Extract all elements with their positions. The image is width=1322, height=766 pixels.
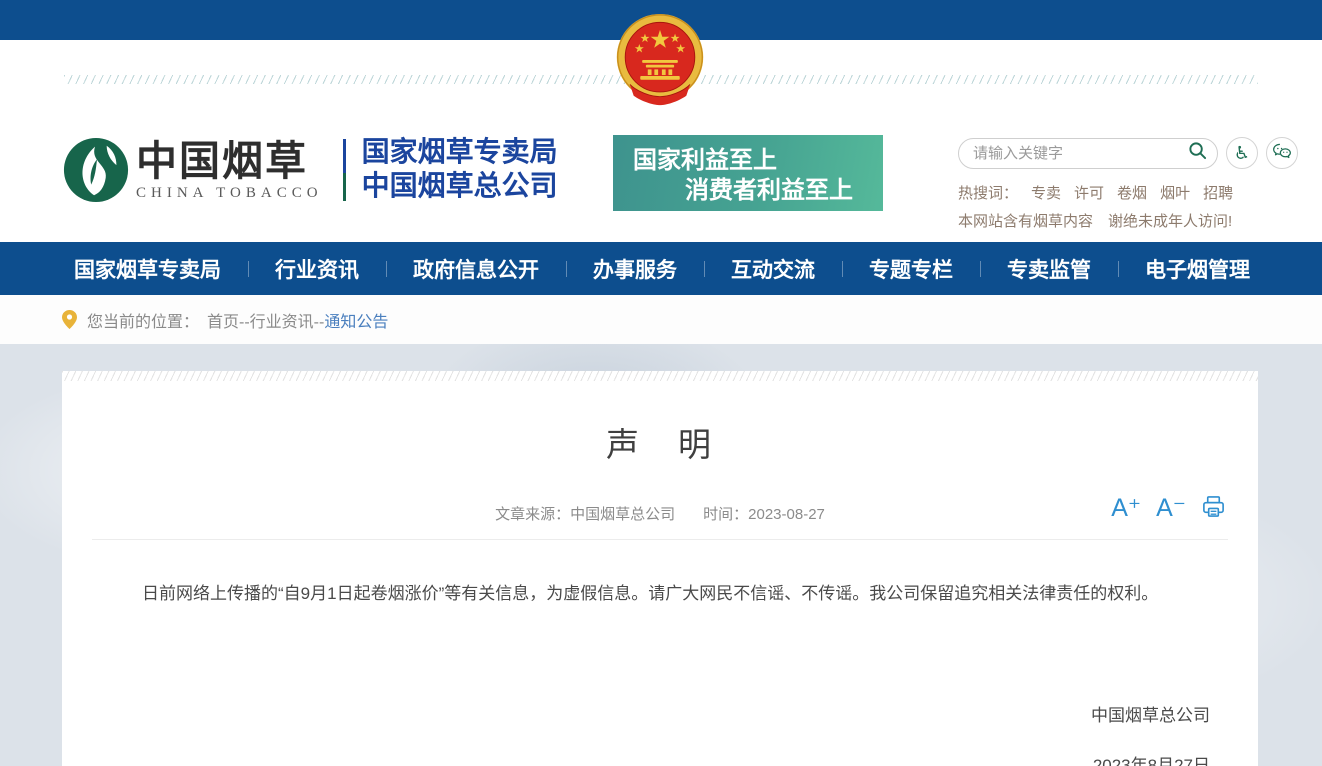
logo-cn-text: 中国烟草	[136, 139, 323, 183]
nav-item-industry-news[interactable]: 行业资讯	[275, 254, 359, 284]
nav-item-ecig-management[interactable]: 电子烟管理	[1145, 254, 1250, 284]
hot-search-label: 热搜词：	[958, 182, 1018, 203]
font-decrease-button[interactable]: A⁻	[1156, 496, 1186, 521]
hot-word-link[interactable]: 招聘	[1203, 182, 1233, 203]
article-title: 声 明	[62, 418, 1258, 466]
slogan-line1: 国家利益至上	[633, 146, 883, 176]
nav-separator	[1118, 261, 1119, 277]
main-nav: 国家烟草专卖局 行业资讯 政府信息公开 办事服务 互动交流 专题专栏 专卖监管 …	[0, 242, 1322, 295]
hot-word-link[interactable]: 专卖	[1031, 182, 1061, 203]
org-title: 国家烟草专卖局 中国烟草总公司	[362, 136, 558, 204]
nav-separator	[704, 261, 705, 277]
wechat-icon	[1272, 141, 1292, 166]
hot-word-link[interactable]: 卷烟	[1117, 182, 1147, 203]
org-title-line1: 国家烟草专卖局	[362, 136, 558, 170]
org-title-line2: 中国烟草总公司	[362, 170, 558, 204]
breadcrumb-label: 您当前的位置：	[87, 308, 199, 332]
location-pin-icon	[62, 310, 77, 329]
search-icon[interactable]	[1188, 141, 1207, 165]
font-increase-button[interactable]: A⁺	[1111, 496, 1141, 521]
article-body: 日前网络上传播的“自9月1日起卷烟涨价”等有关信息，为虚假信息。请广大网民不信谣…	[108, 579, 1212, 609]
hot-word-link[interactable]: 许可	[1074, 182, 1104, 203]
time-label: 时间：	[703, 506, 748, 523]
time-value: 2023-08-27	[748, 506, 825, 523]
print-button[interactable]	[1201, 494, 1226, 523]
logo-en-text: CHINA TOBACCO	[136, 185, 323, 202]
signature-date: 2023年8月27日	[62, 751, 1258, 766]
nav-separator	[566, 261, 567, 277]
breadcrumb: 您当前的位置： 首页--行业资讯-- 通知公告	[0, 295, 1322, 344]
breadcrumb-link-notices[interactable]: 通知公告	[324, 308, 388, 332]
nav-separator	[386, 261, 387, 277]
hot-search-row: 热搜词： 专卖 许可 卷烟 烟叶 招聘	[958, 182, 1308, 203]
main-background: 声 明 文章来源：中国烟草总公司时间：2023-08-27 A⁺ A⁻	[0, 344, 1322, 766]
article-card: 声 明 文章来源：中国烟草总公司时间：2023-08-27 A⁺ A⁻	[62, 371, 1258, 766]
card-hatch-stripe	[62, 371, 1258, 381]
minor-access-notice: 本网站含有烟草内容 谢绝未成年人访问!	[958, 210, 1308, 231]
hot-word-link[interactable]: 烟叶	[1160, 182, 1190, 203]
nav-separator	[842, 261, 843, 277]
breadcrumb-path: 首页--行业资讯--	[207, 308, 324, 332]
article-tools: A⁺ A⁻	[1111, 494, 1226, 523]
logo-text: 中国烟草 CHINA TOBACCO	[136, 139, 323, 202]
page: 中国烟草 CHINA TOBACCO 国家烟草专卖局 中国烟草总公司 国家利益至…	[0, 0, 1322, 766]
brand-row: 中国烟草 CHINA TOBACCO 国家烟草专卖局 中国烟草总公司	[62, 136, 558, 204]
nav-item-services[interactable]: 办事服务	[593, 254, 677, 284]
article-meta: 文章来源：中国烟草总公司时间：2023-08-27 A⁺ A⁻	[62, 503, 1258, 524]
nav-separator	[248, 261, 249, 277]
wechat-button[interactable]	[1266, 137, 1298, 169]
slogan-banner: 国家利益至上 消费者利益至上	[613, 135, 883, 211]
source-label: 文章来源：	[495, 506, 570, 523]
meta-divider	[92, 539, 1228, 540]
accessibility-button[interactable]: ♿	[1226, 137, 1258, 169]
org-divider	[343, 139, 346, 201]
national-emblem-icon	[613, 12, 707, 108]
nav-item-gov-info[interactable]: 政府信息公开	[413, 254, 539, 284]
signature-org: 中国烟草总公司	[62, 701, 1258, 726]
search-area: ♿ 热搜词：	[958, 137, 1308, 231]
search-input[interactable]	[973, 145, 1188, 162]
search-box[interactable]	[958, 138, 1218, 169]
nav-item-special-topics[interactable]: 专题专栏	[869, 254, 953, 284]
source-value: 中国烟草总公司	[570, 506, 675, 523]
nav-item-interaction[interactable]: 互动交流	[731, 254, 815, 284]
china-tobacco-logo-icon[interactable]	[62, 136, 130, 204]
nav-separator	[980, 261, 981, 277]
nav-item-home[interactable]: 国家烟草专卖局	[74, 254, 221, 284]
nav-item-monopoly-supervision[interactable]: 专卖监管	[1007, 254, 1091, 284]
slogan-line2: 消费者利益至上	[685, 176, 883, 206]
accessibility-icon: ♿	[1234, 144, 1250, 162]
